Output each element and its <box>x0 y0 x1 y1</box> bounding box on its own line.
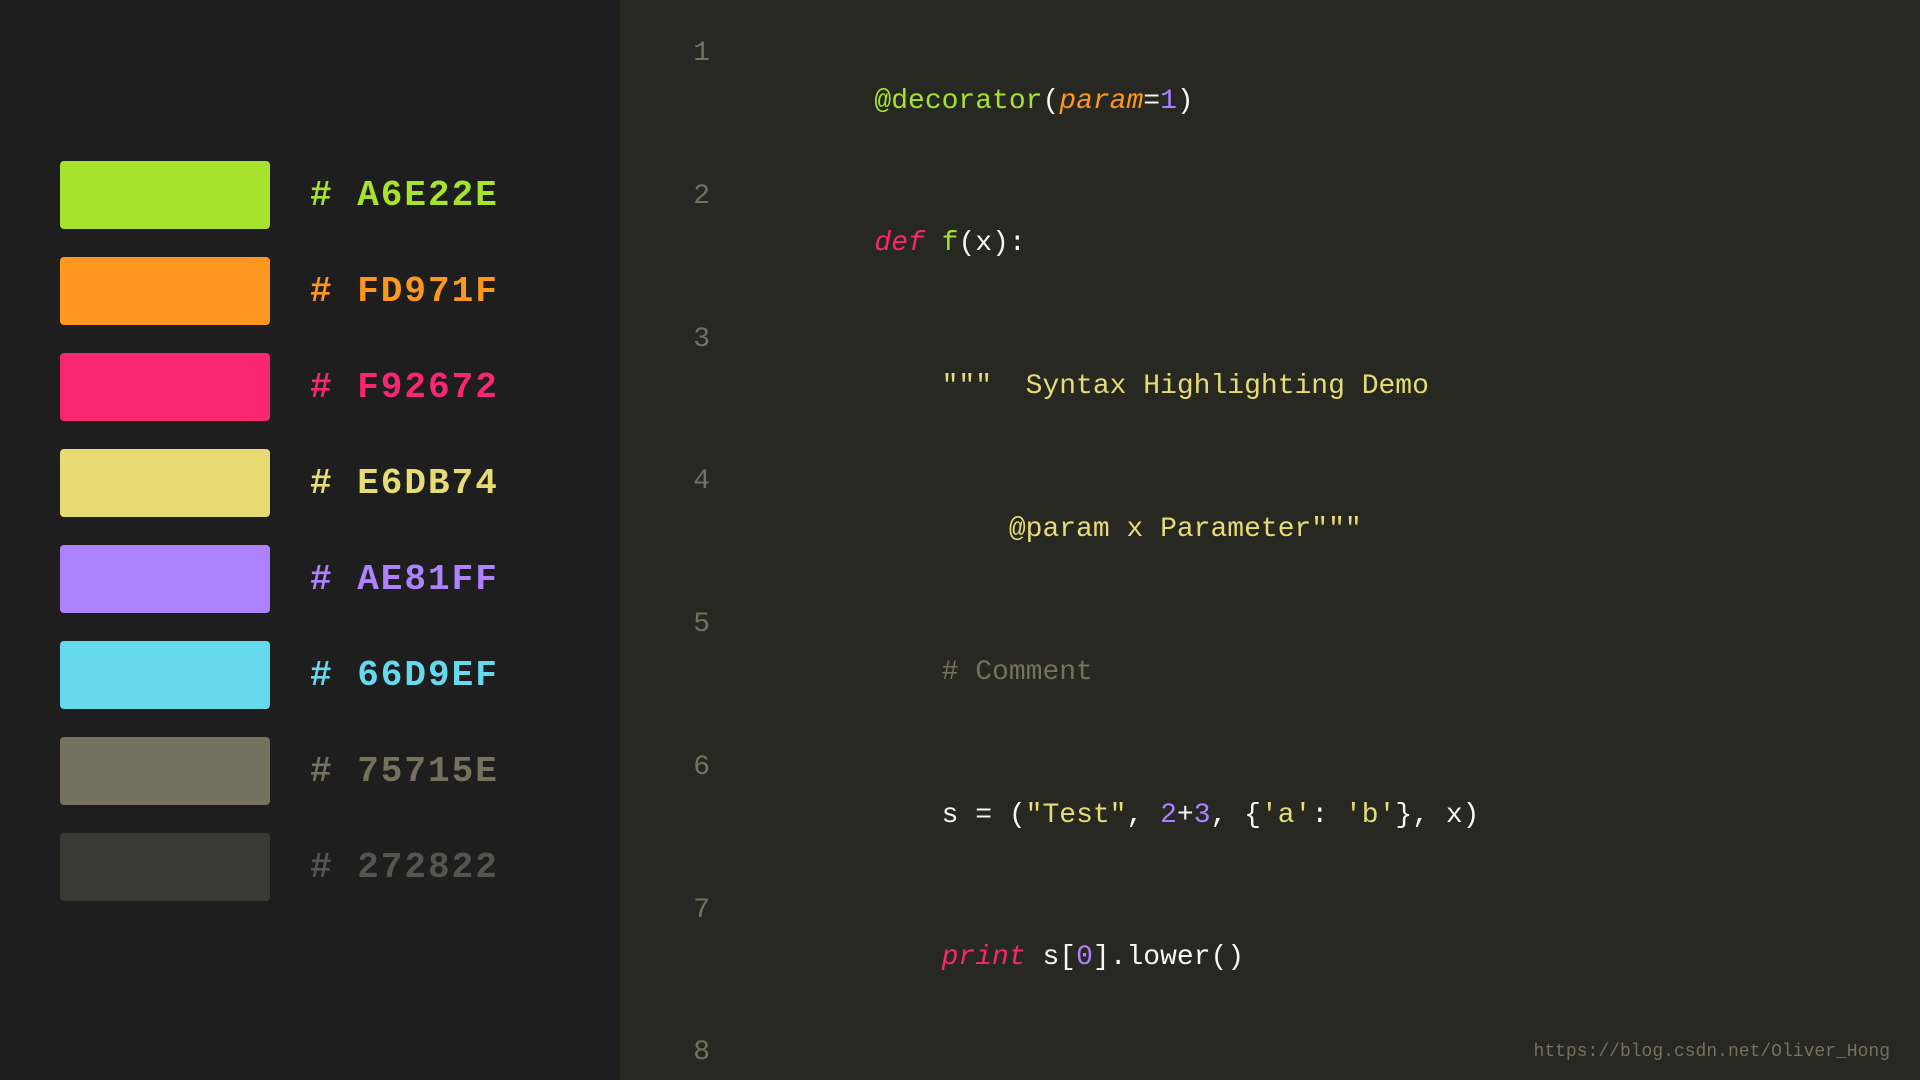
swatch-row-4: # E6DB74 <box>60 449 560 517</box>
swatch-purple <box>60 545 270 613</box>
line-content-3: """ Syntax Highlighting Demo <box>740 316 1880 459</box>
code-line-1: 1 @decorator(param=1) <box>660 30 1880 173</box>
line-content-5: # Comment <box>740 601 1880 744</box>
swatch-label-purple: # AE81FF <box>310 559 499 600</box>
swatch-row-5: # AE81FF <box>60 545 560 613</box>
line-num-8: 8 <box>660 1029 710 1077</box>
swatch-label-gray: # 75715E <box>310 751 499 792</box>
swatch-row-6: # 66D9EF <box>60 641 560 709</box>
swatch-yellow <box>60 449 270 517</box>
swatch-label-cyan: # 66D9EF <box>310 655 499 696</box>
line-num-2: 2 <box>660 173 710 221</box>
code-line-4: 4 @param x Parameter""" <box>660 458 1880 601</box>
swatch-row-1: # A6E22E <box>60 161 560 229</box>
right-panel: 1 @decorator(param=1) 2 def f(x): 3 """ … <box>620 0 1920 1080</box>
swatch-label-pink: # F92672 <box>310 367 499 408</box>
code-line-5: 5 # Comment <box>660 601 1880 744</box>
swatch-dark <box>60 833 270 901</box>
swatch-gray <box>60 737 270 805</box>
line-content-1: @decorator(param=1) <box>740 30 1880 173</box>
swatch-orange <box>60 257 270 325</box>
code-line-3: 3 """ Syntax Highlighting Demo <box>660 316 1880 459</box>
line-content-6: s = ("Test", 2+3, {'a': 'b'}, x) <box>740 744 1880 887</box>
line-num-7: 7 <box>660 887 710 935</box>
code-line-6: 6 s = ("Test", 2+3, {'a': 'b'}, x) <box>660 744 1880 887</box>
url-credit: https://blog.csdn.net/Oliver_Hong <box>1534 1042 1890 1062</box>
line-content-2: def f(x): <box>740 173 1880 316</box>
line-num-3: 3 <box>660 316 710 364</box>
swatch-row-3: # F92672 <box>60 353 560 421</box>
line-content-7: print s[0].lower() <box>740 887 1880 1030</box>
swatch-label-yellow: # E6DB74 <box>310 463 499 504</box>
swatch-label-orange: # FD971F <box>310 271 499 312</box>
line-content-4: @param x Parameter""" <box>740 458 1880 601</box>
left-panel: # A6E22E # FD971F # F92672 # E6DB74 # AE… <box>0 0 620 1080</box>
code-block: 1 @decorator(param=1) 2 def f(x): 3 """ … <box>660 30 1880 1080</box>
swatch-row-8: # 272822 <box>60 833 560 901</box>
swatch-cyan <box>60 641 270 709</box>
line-num-1: 1 <box>660 30 710 78</box>
swatch-green <box>60 161 270 229</box>
code-line-7: 7 print s[0].lower() <box>660 887 1880 1030</box>
swatch-label-green: # A6E22E <box>310 175 499 216</box>
swatch-pink <box>60 353 270 421</box>
swatch-label-dark: # 272822 <box>310 847 499 888</box>
code-line-2: 2 def f(x): <box>660 173 1880 316</box>
swatch-row-2: # FD971F <box>60 257 560 325</box>
line-num-5: 5 <box>660 601 710 649</box>
line-num-4: 4 <box>660 458 710 506</box>
line-num-6: 6 <box>660 744 710 792</box>
swatch-row-7: # 75715E <box>60 737 560 805</box>
